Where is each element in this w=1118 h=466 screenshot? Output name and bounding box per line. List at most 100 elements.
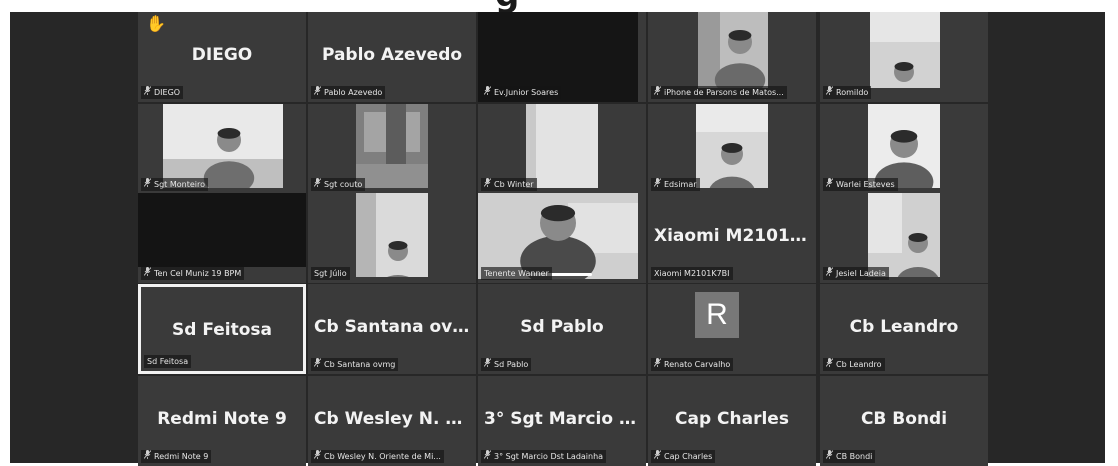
participant-name-text: Cb Santana ovmg <box>324 360 396 369</box>
participant-name-text: Sgt Monteiro <box>154 180 205 189</box>
participant-name-text: Sd Pablo <box>494 360 529 369</box>
muted-mic-icon <box>313 358 322 371</box>
participant-name-text: Cb Wesley N. Oriente de Mi... <box>324 452 441 461</box>
participant-tile-iphone-parsons[interactable]: iPhone de Parsons de Matos... <box>648 12 816 102</box>
participant-tile-romildo[interactable]: Romildo <box>820 12 988 102</box>
participant-name-label: Sgt couto <box>311 178 366 191</box>
participant-name-text: Tenente Wanner <box>484 269 549 278</box>
participant-tile-pablo-azevedo[interactable]: Pablo Azevedo Pablo Azevedo <box>308 12 476 102</box>
participant-display-name: Pablo Azevedo <box>321 45 463 65</box>
participant-name-label: Renato Carvalho <box>651 358 734 371</box>
video-feed <box>356 193 428 277</box>
participant-tile-edsimar[interactable]: Edsimar <box>648 104 816 194</box>
muted-mic-icon <box>313 86 322 99</box>
participant-name-label: Cb Winter <box>481 178 537 191</box>
participant-tile-diego[interactable]: ✋ DIEGO DIEGO <box>138 12 306 102</box>
participant-display-name: DIEGO <box>191 45 253 65</box>
participant-tile-sgt-marcio[interactable]: 3° Sgt Marcio D... 3° Sgt Marcio Dst Lada… <box>478 376 646 466</box>
participant-tile-tenente-wanner[interactable]: Tenente Wanner <box>478 193 646 283</box>
avatar: R <box>695 292 739 338</box>
participant-tile-cb-wesley[interactable]: Cb Wesley N. O... Cb Wesley N. Oriente de… <box>308 376 476 466</box>
participant-name-label: DIEGO <box>141 86 184 99</box>
participant-tile-junior-soares[interactable]: Ev.Junior Soares <box>478 12 646 102</box>
participant-name-label: Cb Leandro <box>823 358 885 371</box>
muted-mic-icon <box>825 358 834 371</box>
participant-tile-renato-carvalho[interactable]: R Renato Carvalho <box>648 284 816 374</box>
participant-name-text: DIEGO <box>154 88 181 97</box>
participant-name-label: Sd Feitosa <box>144 355 192 368</box>
participant-name-label: Sd Pablo <box>481 358 532 371</box>
participant-tile-cb-leandro[interactable]: Cb Leandro Cb Leandro <box>820 284 988 374</box>
participant-tile-cap-charles[interactable]: Cap Charles Cap Charles <box>648 376 816 466</box>
participant-name-text: Ten Cel Muniz 19 BPM <box>154 269 242 278</box>
participant-name-label: Ev.Junior Soares <box>481 86 562 99</box>
participant-tile-sd-feitosa[interactable]: Sd Feitosa Sd Feitosa <box>138 284 306 374</box>
raised-hand-icon: ✋ <box>146 14 166 33</box>
participant-name-label: CB Bondi <box>823 450 876 463</box>
participant-name-text: Warlei Esteves <box>836 180 895 189</box>
video-feed <box>868 104 940 188</box>
muted-mic-icon <box>825 267 834 280</box>
participant-name-label: Edsimar <box>651 178 700 191</box>
participant-name-text: Romildo <box>836 88 869 97</box>
participant-name-label: Redmi Note 9 <box>141 450 212 463</box>
participant-name-label: Cb Wesley N. Oriente de Mi... <box>311 450 444 463</box>
participant-name-label: Cap Charles <box>651 450 716 463</box>
participant-display-name: Cap Charles <box>675 409 789 429</box>
participant-display-name: Sd Pablo <box>520 317 604 337</box>
participant-tile-sd-pablo[interactable]: Sd Pablo Sd Pablo <box>478 284 646 374</box>
participant-tile-warlei-esteves[interactable]: Warlei Esteves <box>820 104 988 194</box>
muted-mic-icon <box>143 450 152 463</box>
video-feed <box>868 193 940 277</box>
muted-mic-icon <box>825 86 834 99</box>
meeting-window: g ✋DIEGODIEGOPablo AzevedoPablo AzevedoE… <box>0 0 1118 466</box>
participant-tile-sgt-couto[interactable]: Sgt couto <box>308 104 476 194</box>
participant-name-text: iPhone de Parsons de Matos... <box>664 88 784 97</box>
participant-tile-cb-bondi[interactable]: CB Bondi CB Bondi <box>820 376 988 466</box>
participant-name-text: Cap Charles <box>664 452 713 461</box>
participant-display-name: Cb Leandro <box>849 317 959 337</box>
participant-name-text: Sgt couto <box>324 180 363 189</box>
muted-mic-icon <box>143 86 152 99</box>
muted-mic-icon <box>825 450 834 463</box>
participant-name-text: Cb Leandro <box>836 360 882 369</box>
participant-name-label: Pablo Azevedo <box>311 86 386 99</box>
participant-tile-xiaomi[interactable]: Xiaomi M2101K... Xiaomi M2101K7BI <box>648 193 816 283</box>
participant-name-text: Cb Winter <box>494 180 534 189</box>
video-feed <box>526 104 598 188</box>
participant-name-text: Jesiel Ladeia <box>836 269 886 278</box>
participant-name-text: Renato Carvalho <box>664 360 731 369</box>
participant-tile-jesiel-ladeia[interactable]: Jesiel Ladeia <box>820 193 988 283</box>
participant-display-name: Sd Feitosa <box>171 320 272 340</box>
muted-mic-icon <box>653 178 662 191</box>
participant-name-label: iPhone de Parsons de Matos... <box>651 86 787 99</box>
muted-mic-icon <box>313 450 322 463</box>
muted-mic-icon <box>143 267 152 280</box>
muted-mic-icon <box>825 178 834 191</box>
participant-display-name: Redmi Note 9 <box>157 409 287 429</box>
participant-name-text: Edsimar <box>664 180 697 189</box>
participant-tile-sgt-monteiro[interactable]: Sgt Monteiro <box>138 104 306 194</box>
participant-name-text: Sgt Júlio <box>314 269 347 278</box>
video-feed <box>138 193 306 267</box>
participant-tile-sgt-julio[interactable]: Sgt Júlio <box>308 193 476 283</box>
participant-name-text: Pablo Azevedo <box>324 88 383 97</box>
participant-name-text: CB Bondi <box>836 452 873 461</box>
muted-mic-icon <box>653 358 662 371</box>
participant-name-text: 3° Sgt Marcio Dst Ladainha <box>494 452 604 461</box>
participant-name-label: Xiaomi M2101K7BI <box>651 267 733 280</box>
participant-name-label: Tenente Wanner <box>481 267 552 280</box>
participant-name-label: 3° Sgt Marcio Dst Ladainha <box>481 450 607 463</box>
video-feed <box>698 12 768 88</box>
participant-display-name: Xiaomi M2101K... <box>654 226 816 246</box>
participant-tile-ten-cel-muniz[interactable]: Ten Cel Muniz 19 BPM <box>138 193 306 283</box>
video-feed <box>696 104 768 188</box>
participant-tile-cb-santana[interactable]: Cb Santana ovmg Cb Santana ovmg <box>308 284 476 374</box>
participant-tile-redmi-note-9[interactable]: Redmi Note 9 Redmi Note 9 <box>138 376 306 466</box>
participant-name-text: Xiaomi M2101K7BI <box>654 269 730 278</box>
participant-name-label: Ten Cel Muniz 19 BPM <box>141 267 245 280</box>
muted-mic-icon <box>313 178 322 191</box>
participant-tile-cb-winter[interactable]: Cb Winter <box>478 104 646 194</box>
participant-display-name: Cb Wesley N. O... <box>314 409 476 429</box>
muted-mic-icon <box>653 86 662 99</box>
